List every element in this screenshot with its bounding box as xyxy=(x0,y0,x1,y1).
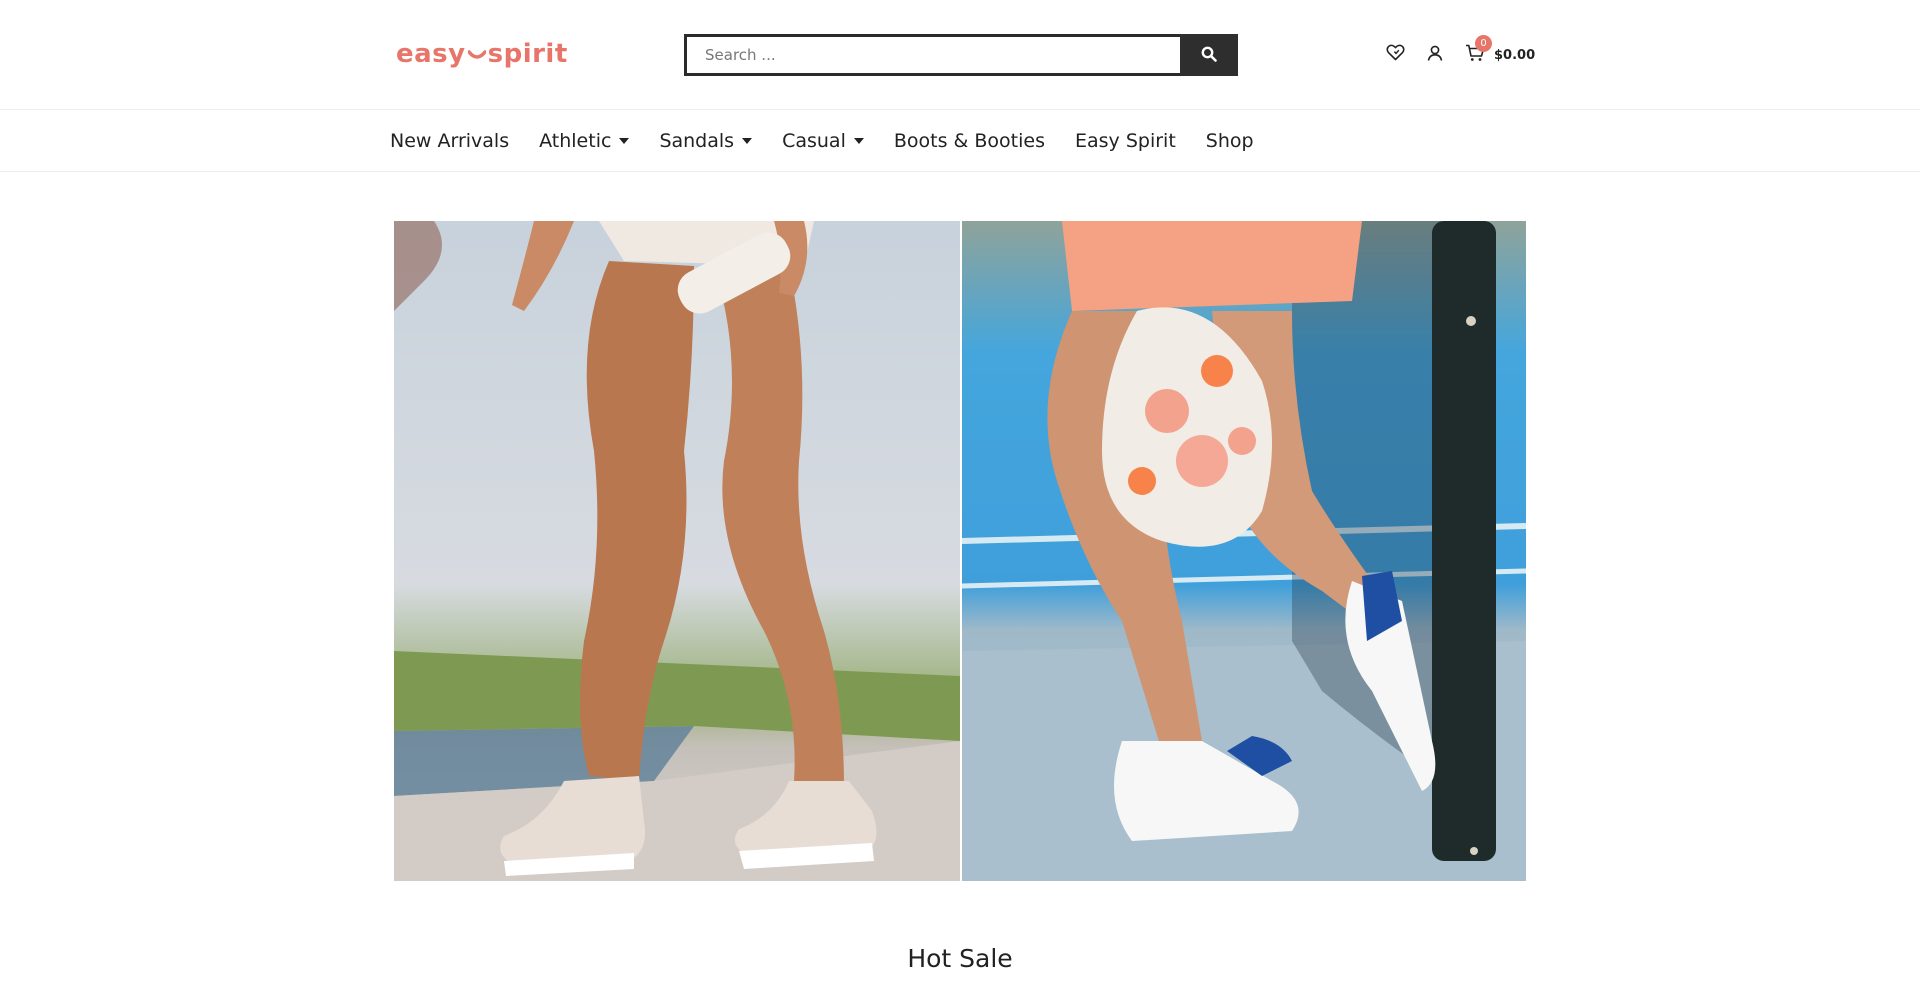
nav-item-shop[interactable]: Shop xyxy=(1206,130,1254,152)
header-icons: 0 $0.00 xyxy=(1380,35,1535,70)
hero-banner[interactable] xyxy=(394,221,1526,881)
nav-item-label: Shop xyxy=(1205,130,1254,152)
search-bar xyxy=(684,34,1238,76)
search-input[interactable] xyxy=(684,34,1180,76)
nav-item-new-arrivals[interactable]: New Arrivals xyxy=(390,130,509,152)
nav-item-easy-spirit[interactable]: Easy Spirit xyxy=(1075,130,1176,152)
cart-button[interactable]: 0 xyxy=(1460,35,1492,70)
user-icon xyxy=(1426,44,1444,67)
nav-item-label: New Arrivals xyxy=(390,130,510,152)
cart-total[interactable]: $0.00 xyxy=(1494,48,1535,63)
main-navigation: New Arrivals Athletic Sandals Casual Boo… xyxy=(0,111,1920,172)
search-icon xyxy=(1201,46,1217,65)
site-header: easy spirit 0 $0.0 xyxy=(0,0,1920,110)
nav-item-label: Athletic xyxy=(539,130,612,152)
nav-item-sandals[interactable]: Sandals xyxy=(659,130,753,152)
logo-swoosh-icon xyxy=(466,39,487,69)
logo-text-right: spirit xyxy=(487,39,568,69)
search-button[interactable] xyxy=(1180,34,1238,76)
hero-image-walking[interactable] xyxy=(394,221,960,881)
brand-logo[interactable]: easy spirit xyxy=(396,38,568,70)
heart-icon xyxy=(1385,44,1405,66)
nav-item-label: Sandals xyxy=(659,130,735,152)
nav-item-casual[interactable]: Casual xyxy=(782,130,864,152)
pickleball-scene-illustration xyxy=(962,221,1526,881)
caret-down-icon xyxy=(742,138,753,144)
cart-count-badge: 0 xyxy=(1475,35,1492,52)
caret-down-icon xyxy=(853,138,864,144)
hero-image-pickleball[interactable] xyxy=(962,221,1526,881)
logo-text-left: easy xyxy=(396,39,466,69)
nav-item-label: Easy Spirit xyxy=(1075,130,1176,152)
account-button[interactable] xyxy=(1420,40,1450,70)
nav-item-label: Boots & Booties xyxy=(893,130,1045,152)
section-title: Hot Sale xyxy=(907,944,1013,973)
nav-item-boots-booties[interactable]: Boots & Booties xyxy=(894,130,1045,152)
nav-list: New Arrivals Athletic Sandals Casual Boo… xyxy=(390,111,1284,171)
caret-down-icon xyxy=(619,138,630,144)
walking-scene-illustration xyxy=(394,221,960,881)
wishlist-button[interactable] xyxy=(1380,40,1410,70)
nav-item-athletic[interactable]: Athletic xyxy=(539,130,630,152)
nav-item-label: Casual xyxy=(782,130,846,152)
